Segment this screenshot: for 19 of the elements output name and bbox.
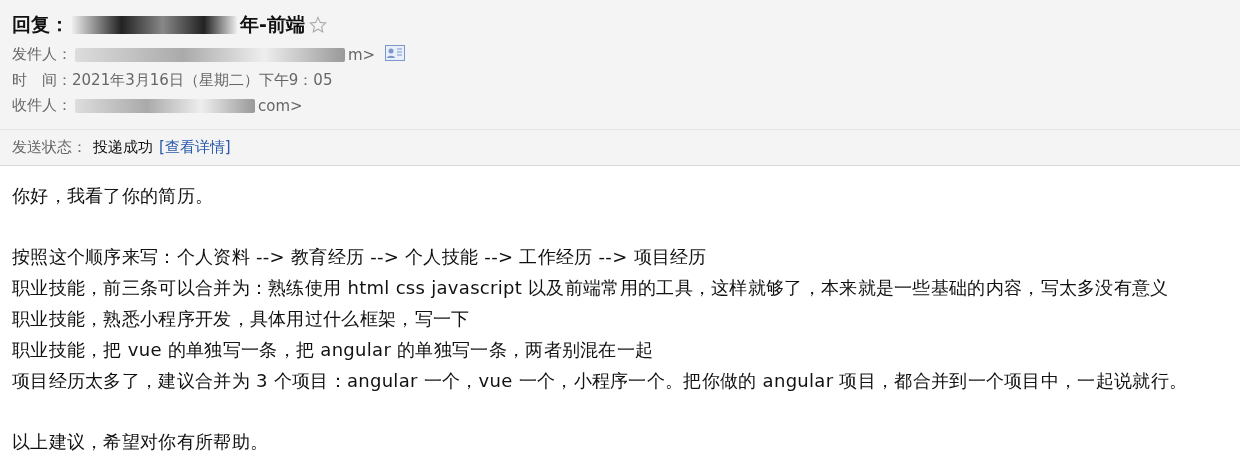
message-line: 你好，我看了你的简历。: [12, 183, 215, 208]
sender-label: 发件人：: [12, 45, 72, 65]
subject-prefix: 回复：: [12, 12, 69, 37]
message-line: 职业技能，熟悉小程序开发，具体用过什么框架，写一下: [12, 306, 471, 331]
details-link[interactable]: [查看详情]: [159, 137, 231, 157]
recipient-address: com>: [258, 96, 303, 115]
message-line: 项目经历太多了，建议合并为 3 个项目：angular 一个，vue 一个，小程序一个。把你做的 angular 项目，都合并到一个项目中，一起说就行。: [12, 368, 1189, 393]
sender-address: m>: [348, 45, 376, 64]
status-label: 发送状态：: [12, 137, 87, 157]
message-line: 按照这个顺序来写：个人资料 --> 教育经历 --> 个人技能 --> 工作经历 --> 项目经历: [12, 244, 708, 269]
message-line: 以上建议，希望对你有所帮助。: [12, 429, 270, 454]
delivery-status: 投递成功: [93, 137, 153, 157]
star-icon[interactable]: [308, 16, 327, 34]
sent-time: 2021年3月16日（星期二）下午9：05: [72, 70, 333, 90]
message-line: 职业技能，把 vue 的单独写一条，把 angular 的单独写一条，两者别混在一起: [12, 337, 655, 362]
recipient-label: 收件人：: [12, 96, 72, 116]
subject-suffix: 年-前端: [240, 12, 305, 37]
message-line: 职业技能，前三条可以合并为：熟练使用 html css javascript 以及前端常用的工具，这样就够了，本来就是一些基础的内容，写太多没有意义: [12, 275, 1170, 300]
time-label: 时 间：: [12, 70, 72, 90]
